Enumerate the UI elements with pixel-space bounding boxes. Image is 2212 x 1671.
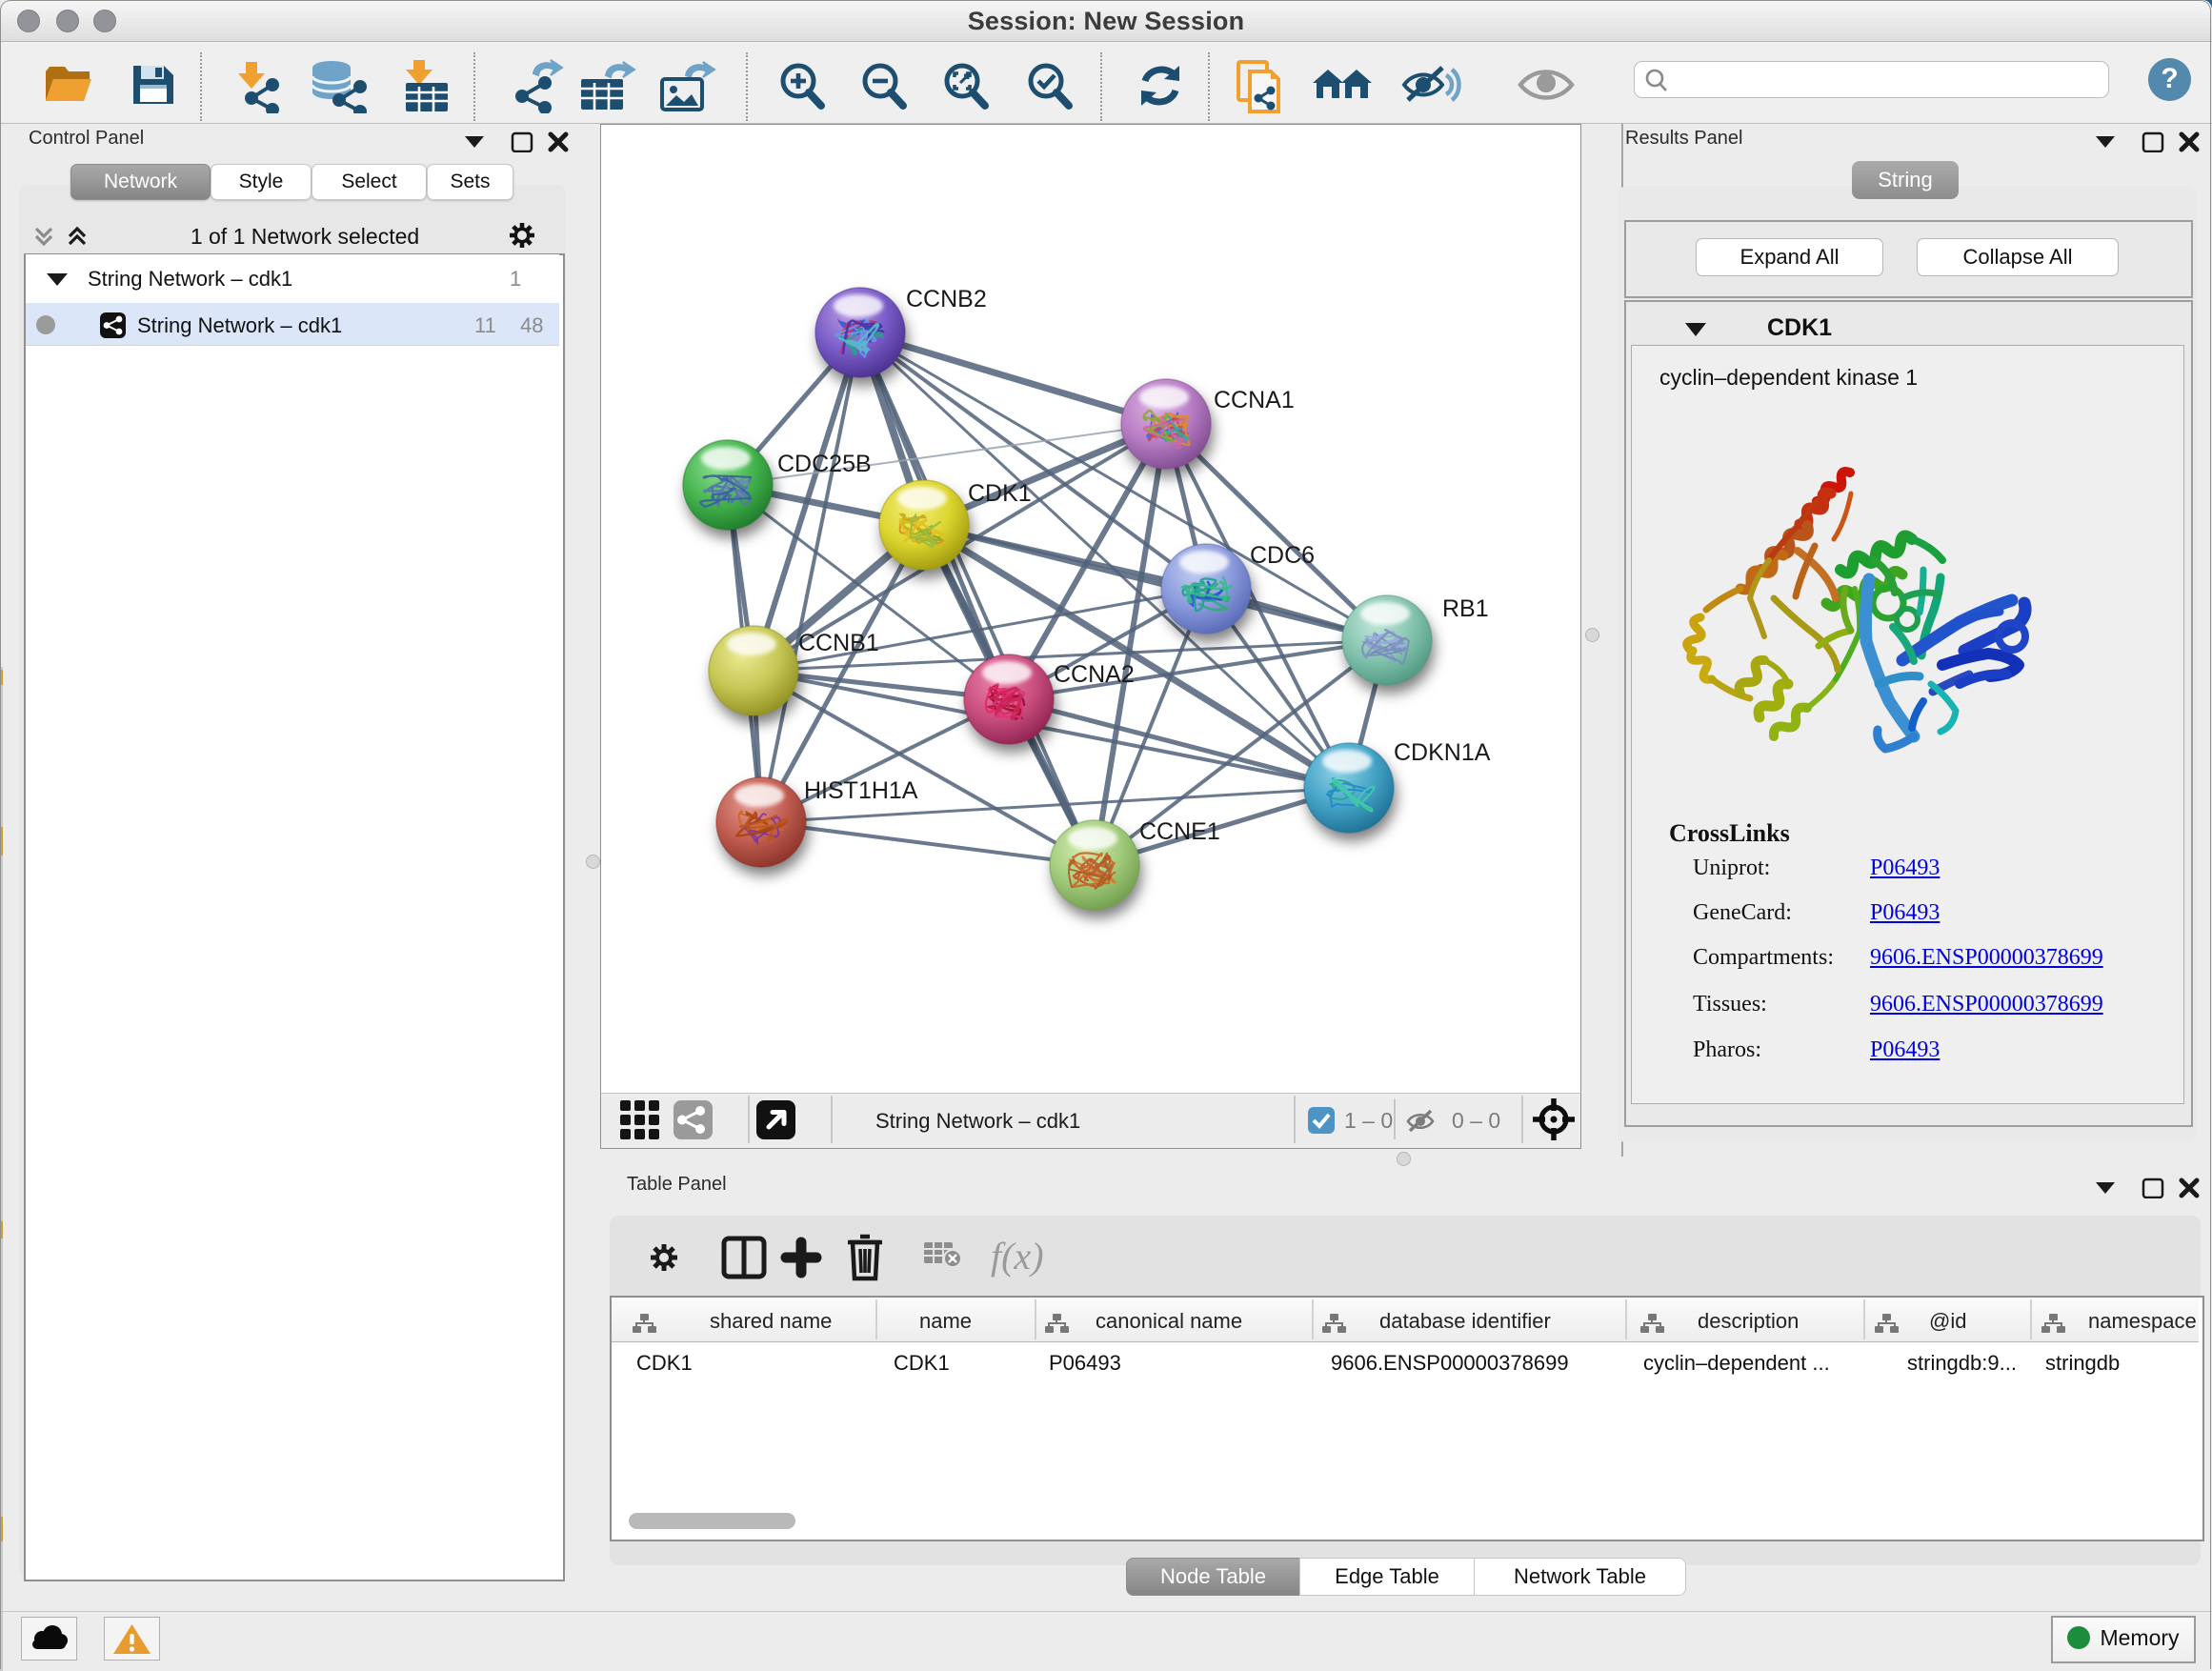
svg-text:CCNB1: CCNB1 [798, 630, 879, 656]
svg-text:11: 11 [474, 313, 496, 337]
svg-text:1 of 1 Network selected: 1 of 1 Network selected [191, 224, 419, 249]
svg-text:0 – 0: 0 – 0 [1452, 1108, 1500, 1133]
svg-text:1 – 0: 1 – 0 [1344, 1108, 1393, 1133]
svg-text:CCNA2: CCNA2 [1054, 661, 1135, 688]
svg-text:CDK1: CDK1 [968, 480, 1032, 507]
svg-text:CCNE1: CCNE1 [1139, 818, 1220, 845]
svg-text:String Network – cdk1: String Network – cdk1 [137, 313, 342, 337]
svg-text:CCNA1: CCNA1 [1214, 387, 1295, 413]
svg-text:String Network – cdk1: String Network – cdk1 [875, 1109, 1080, 1133]
svg-text:CCNB2: CCNB2 [906, 286, 987, 312]
svg-text:CDC6: CDC6 [1250, 542, 1315, 569]
svg-text:HIST1H1A: HIST1H1A [804, 777, 918, 804]
svg-text:RB1: RB1 [1442, 595, 1489, 622]
svg-text:48: 48 [520, 313, 543, 337]
svg-text:f(x): f(x) [991, 1235, 1044, 1278]
svg-text:CDKN1A: CDKN1A [1394, 739, 1491, 766]
svg-text:CDC25B: CDC25B [777, 451, 872, 477]
